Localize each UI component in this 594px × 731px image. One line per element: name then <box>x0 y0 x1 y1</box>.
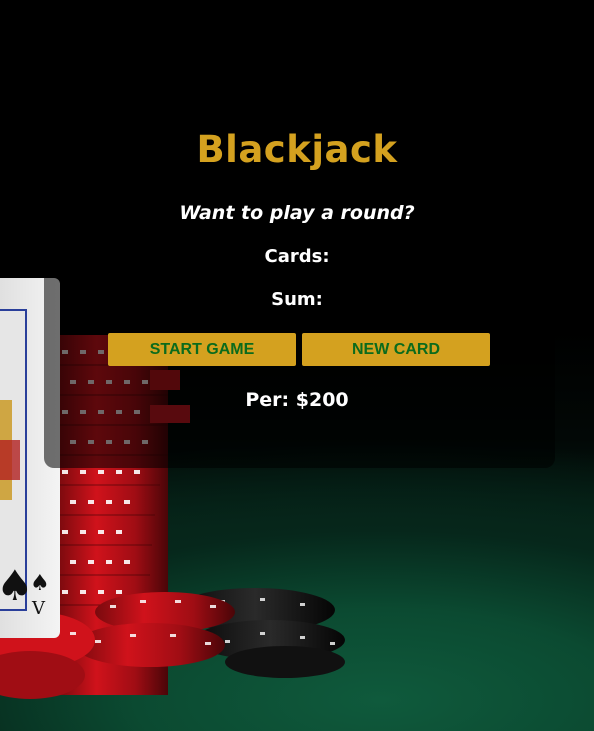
svg-text:♠: ♠ <box>0 561 34 610</box>
game-viewport: ♠ V ♠ Blackjack Want to play a round? Ca… <box>0 0 594 731</box>
player-info: Per: $200 <box>245 389 349 411</box>
start-game-button[interactable]: START GAME <box>108 333 296 366</box>
cards-text: Cards: <box>264 246 330 267</box>
new-card-button[interactable]: NEW CARD <box>302 333 490 366</box>
sum-text: Sum: <box>271 289 323 310</box>
message-text: Want to play a round? <box>179 202 415 224</box>
game-title: Blackjack <box>196 128 398 171</box>
